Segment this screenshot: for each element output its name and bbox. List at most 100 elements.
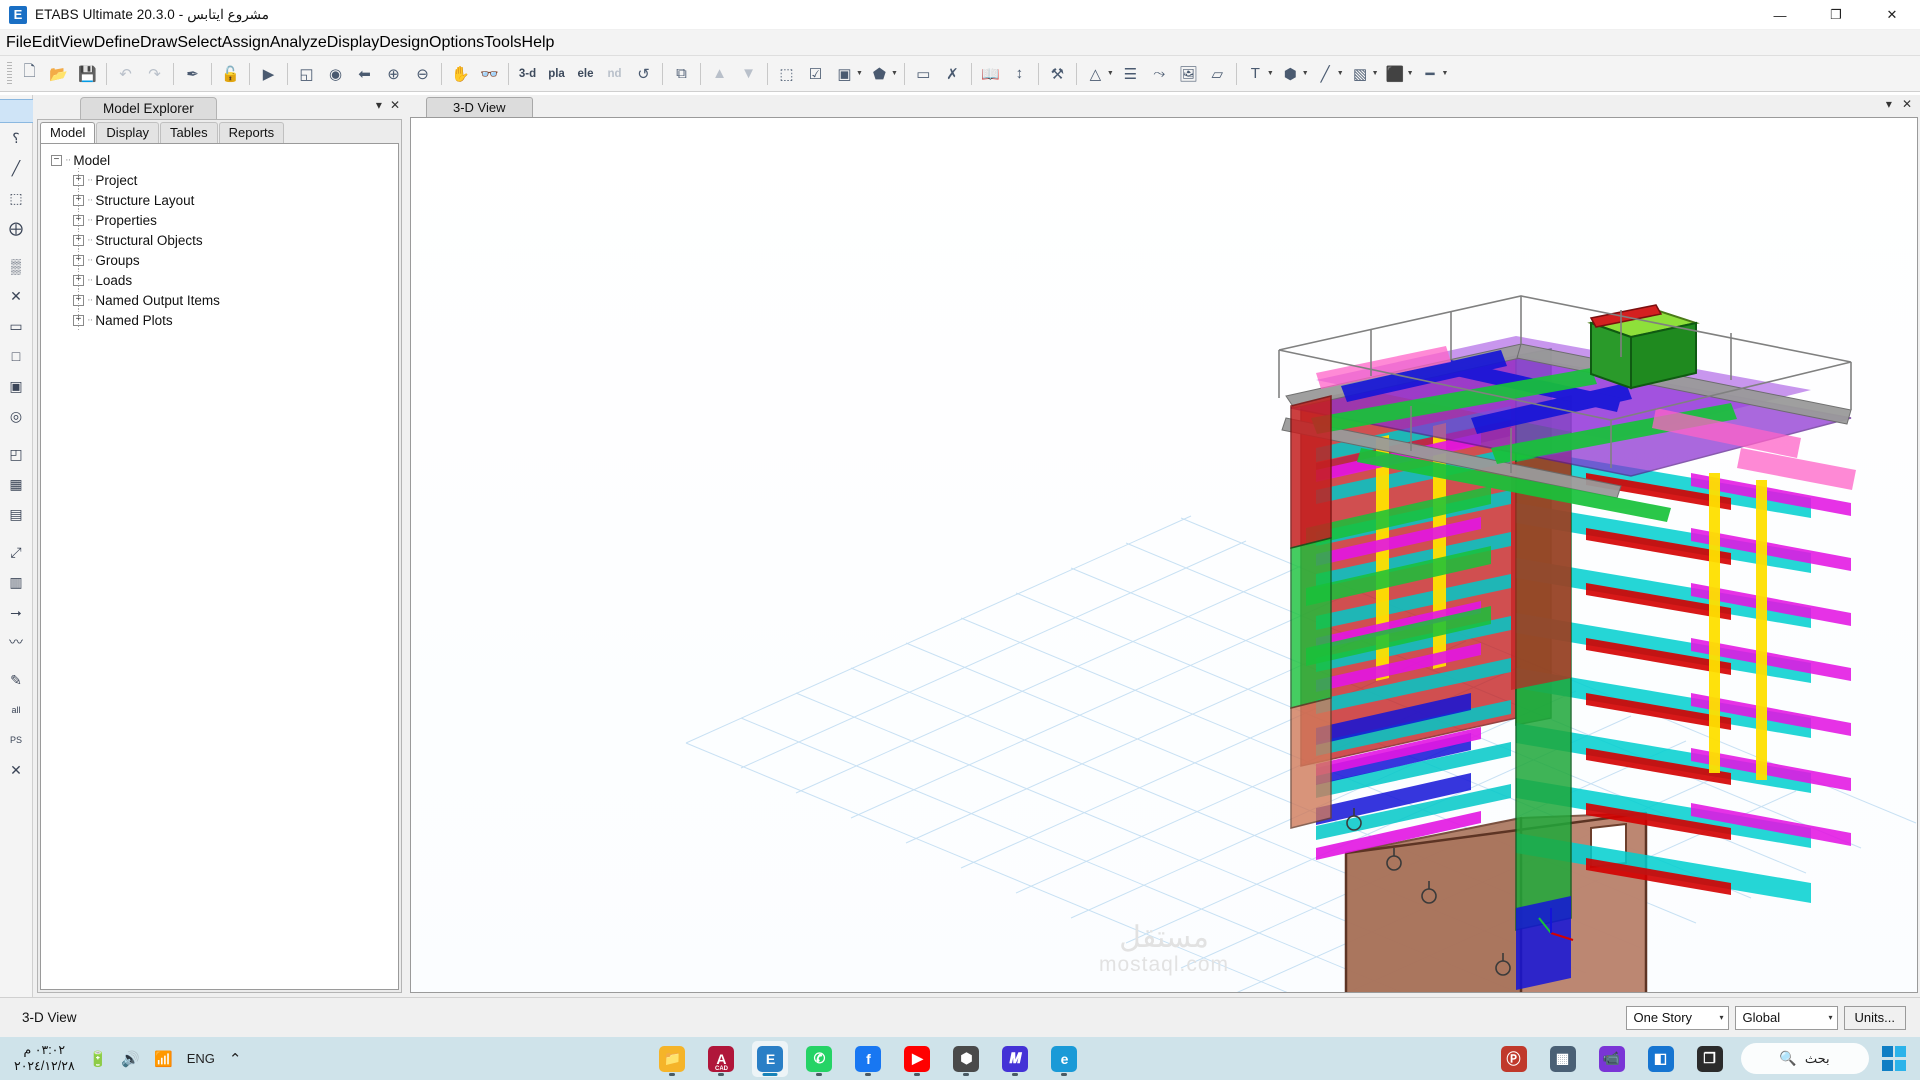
show-influence-lines-icon[interactable]: ⤳: [1145, 60, 1174, 88]
set-display-options-icon[interactable]: 👓: [475, 60, 504, 88]
toolbar-grip[interactable]: [7, 61, 12, 86]
show-loads-icon[interactable]: △: [1081, 60, 1110, 88]
draw-circular-area-tool[interactable]: ◎: [3, 401, 30, 431]
extrude-view-icon[interactable]: ⬟: [865, 60, 894, 88]
wifi-icon[interactable]: 📶: [154, 1050, 173, 1068]
select-wave-tool[interactable]: 〰: [3, 627, 30, 657]
display-image-icon[interactable]: 🖼: [1174, 60, 1203, 88]
show-tables-icon[interactable]: 📖: [976, 60, 1005, 88]
start-button[interactable]: [1881, 1046, 1906, 1071]
show-hidden-icons-chevron[interactable]: ⌃: [229, 1050, 242, 1068]
model-3d-canvas[interactable]: مستقل mostaql.com: [410, 117, 1918, 993]
draw-wall-tool[interactable]: ▭: [3, 311, 30, 341]
lock-model-icon[interactable]: 🔓: [216, 60, 245, 88]
taskbar-psiphon[interactable]: Ⓟ: [1496, 1041, 1532, 1077]
display-output-icon[interactable]: ▱: [1203, 60, 1232, 88]
system-clock[interactable]: ٠٣:٠٢ م ٢٠٢٤/١٢/٢٨: [14, 1043, 75, 1074]
draw-poly-area-tool[interactable]: ⬚: [3, 183, 30, 213]
zoom-in-icon[interactable]: ⊕: [379, 60, 408, 88]
taskbar-autocad[interactable]: A CAD: [703, 1041, 739, 1077]
draw-quad-area-tool[interactable]: ▣: [3, 371, 30, 401]
object-view-options-icon[interactable]: ▣: [830, 60, 859, 88]
select-by-table-tool[interactable]: ▥: [3, 567, 30, 597]
taskbar-panels-app[interactable]: ◧: [1643, 1041, 1679, 1077]
explorer-tab-display[interactable]: Display: [96, 122, 160, 143]
explorer-tab-tables[interactable]: Tables: [160, 122, 218, 143]
move-down-story-icon[interactable]: ▼: [734, 60, 763, 88]
coordinate-system-select[interactable]: Global ▾: [1734, 1005, 1838, 1030]
set-select-mode-icon[interactable]: ⬚: [772, 60, 801, 88]
tree-node-named-output-items[interactable]: +··Named Output Items: [51, 288, 398, 310]
taskbar-microsoft-edge[interactable]: e: [1046, 1041, 1082, 1077]
draw-grid-tool[interactable]: ▦: [3, 469, 30, 499]
minimize-button[interactable]: —: [1752, 0, 1808, 30]
draw-reference-line-tool[interactable]: ◰: [3, 439, 30, 469]
save-model-icon[interactable]: 💾: [73, 60, 102, 88]
section-cut-icon[interactable]: ⚒: [1043, 60, 1072, 88]
draw-line-tool[interactable]: ╱: [3, 153, 30, 183]
taskbar-youtube[interactable]: ▶: [899, 1041, 935, 1077]
tree-node-named-plots[interactable]: +··Named Plots: [51, 308, 398, 330]
tree-expander-icon[interactable]: −: [51, 154, 62, 166]
taskbar-facebook[interactable]: f: [850, 1041, 886, 1077]
tree-node-project[interactable]: +··Project: [51, 168, 398, 190]
show-undeformed-shape-icon[interactable]: ▭: [909, 60, 938, 88]
zoom-out-icon[interactable]: ⊖: [408, 60, 437, 88]
close-button[interactable]: ✕: [1864, 0, 1920, 30]
draw-joint-tool[interactable]: ⨁: [3, 213, 30, 243]
draw-dimension-tool[interactable]: ▤: [3, 499, 30, 529]
maximize-button[interactable]: ❐: [1808, 0, 1864, 30]
model-tree[interactable]: −··Model+··Project+··Structure Layout+··…: [40, 143, 399, 990]
draw-rect-area-tool[interactable]: □: [3, 341, 30, 371]
link-object-icon[interactable]: ━: [1416, 60, 1445, 88]
volume-icon[interactable]: 🔊: [121, 1050, 140, 1068]
clear-selection-tool[interactable]: ✕: [3, 755, 30, 785]
select-all-tool[interactable]: all: [3, 695, 30, 725]
select-object-tool[interactable]: ⸮: [3, 123, 30, 153]
point-object-icon[interactable]: ⬢: [1276, 60, 1305, 88]
language-indicator[interactable]: ENG: [187, 1051, 215, 1066]
restore-full-view-icon[interactable]: ◉: [321, 60, 350, 88]
run-analysis-icon[interactable]: ▶: [254, 60, 283, 88]
draw-beam-tool[interactable]: ▒: [3, 251, 30, 281]
show-deformed-shape-icon[interactable]: ✗: [938, 60, 967, 88]
explorer-tab-reports[interactable]: Reports: [218, 122, 285, 143]
plan-view-button[interactable]: pla: [542, 60, 571, 88]
elevation-view-button[interactable]: ele: [571, 60, 600, 88]
show-forces-diagram-icon[interactable]: ↕: [1005, 60, 1034, 88]
quick-draw-tool[interactable]: ✕: [3, 281, 30, 311]
line-object-icon[interactable]: ╱: [1311, 60, 1340, 88]
tab-3d-view[interactable]: 3-D View: [426, 97, 533, 117]
select-intersecting-line-tool[interactable]: ⤢: [3, 537, 30, 567]
previous-zoom-icon[interactable]: ⬅: [350, 60, 379, 88]
undo-icon[interactable]: ↶: [111, 60, 140, 88]
tree-node-structure-layout[interactable]: +··Structure Layout: [51, 188, 398, 210]
explorer-tab-model[interactable]: Model: [40, 122, 96, 143]
close-icon[interactable]: ✕: [390, 98, 400, 112]
taskbar-sketchup[interactable]: ⬢: [948, 1041, 984, 1077]
tree-node-model[interactable]: − ·· Model: [51, 150, 398, 170]
select-by-support-tool[interactable]: ⭢: [3, 597, 30, 627]
taskbar-calculator[interactable]: ▦: [1545, 1041, 1581, 1077]
tree-node-properties[interactable]: +··Properties: [51, 208, 398, 230]
taskbar-mathcad[interactable]: 𝑴: [997, 1041, 1033, 1077]
pan-icon[interactable]: ✋: [446, 60, 475, 88]
taskbar-whatsapp[interactable]: ✆: [801, 1041, 837, 1077]
open-model-icon[interactable]: 📂: [44, 60, 73, 88]
units-button[interactable]: Units...: [1843, 1005, 1906, 1030]
rubber-band-zoom-icon[interactable]: ◱: [292, 60, 321, 88]
set-display-checkbox-icon[interactable]: ☑: [801, 60, 830, 88]
perspective-toggle-icon[interactable]: ⧉: [667, 60, 696, 88]
taskbar-screenshot[interactable]: ❐: [1692, 1041, 1728, 1077]
show-load-pattern-icon[interactable]: ☰: [1116, 60, 1145, 88]
rotate-3d-view-icon[interactable]: ↺: [629, 60, 658, 88]
story-select[interactable]: One Story ▾: [1625, 1005, 1729, 1030]
tree-node-groups[interactable]: +··Groups: [51, 248, 398, 270]
redo-icon[interactable]: ↷: [140, 60, 169, 88]
taskbar-file-explorer[interactable]: 📁: [654, 1041, 690, 1077]
chevron-down-icon[interactable]: ▾: [1886, 97, 1892, 111]
three-d-view-button[interactable]: 3-d: [513, 60, 542, 88]
chevron-down-icon[interactable]: ▾: [376, 98, 382, 112]
custom-view-button[interactable]: nd: [600, 60, 629, 88]
annotate-pen-tool[interactable]: ✎: [3, 665, 30, 695]
